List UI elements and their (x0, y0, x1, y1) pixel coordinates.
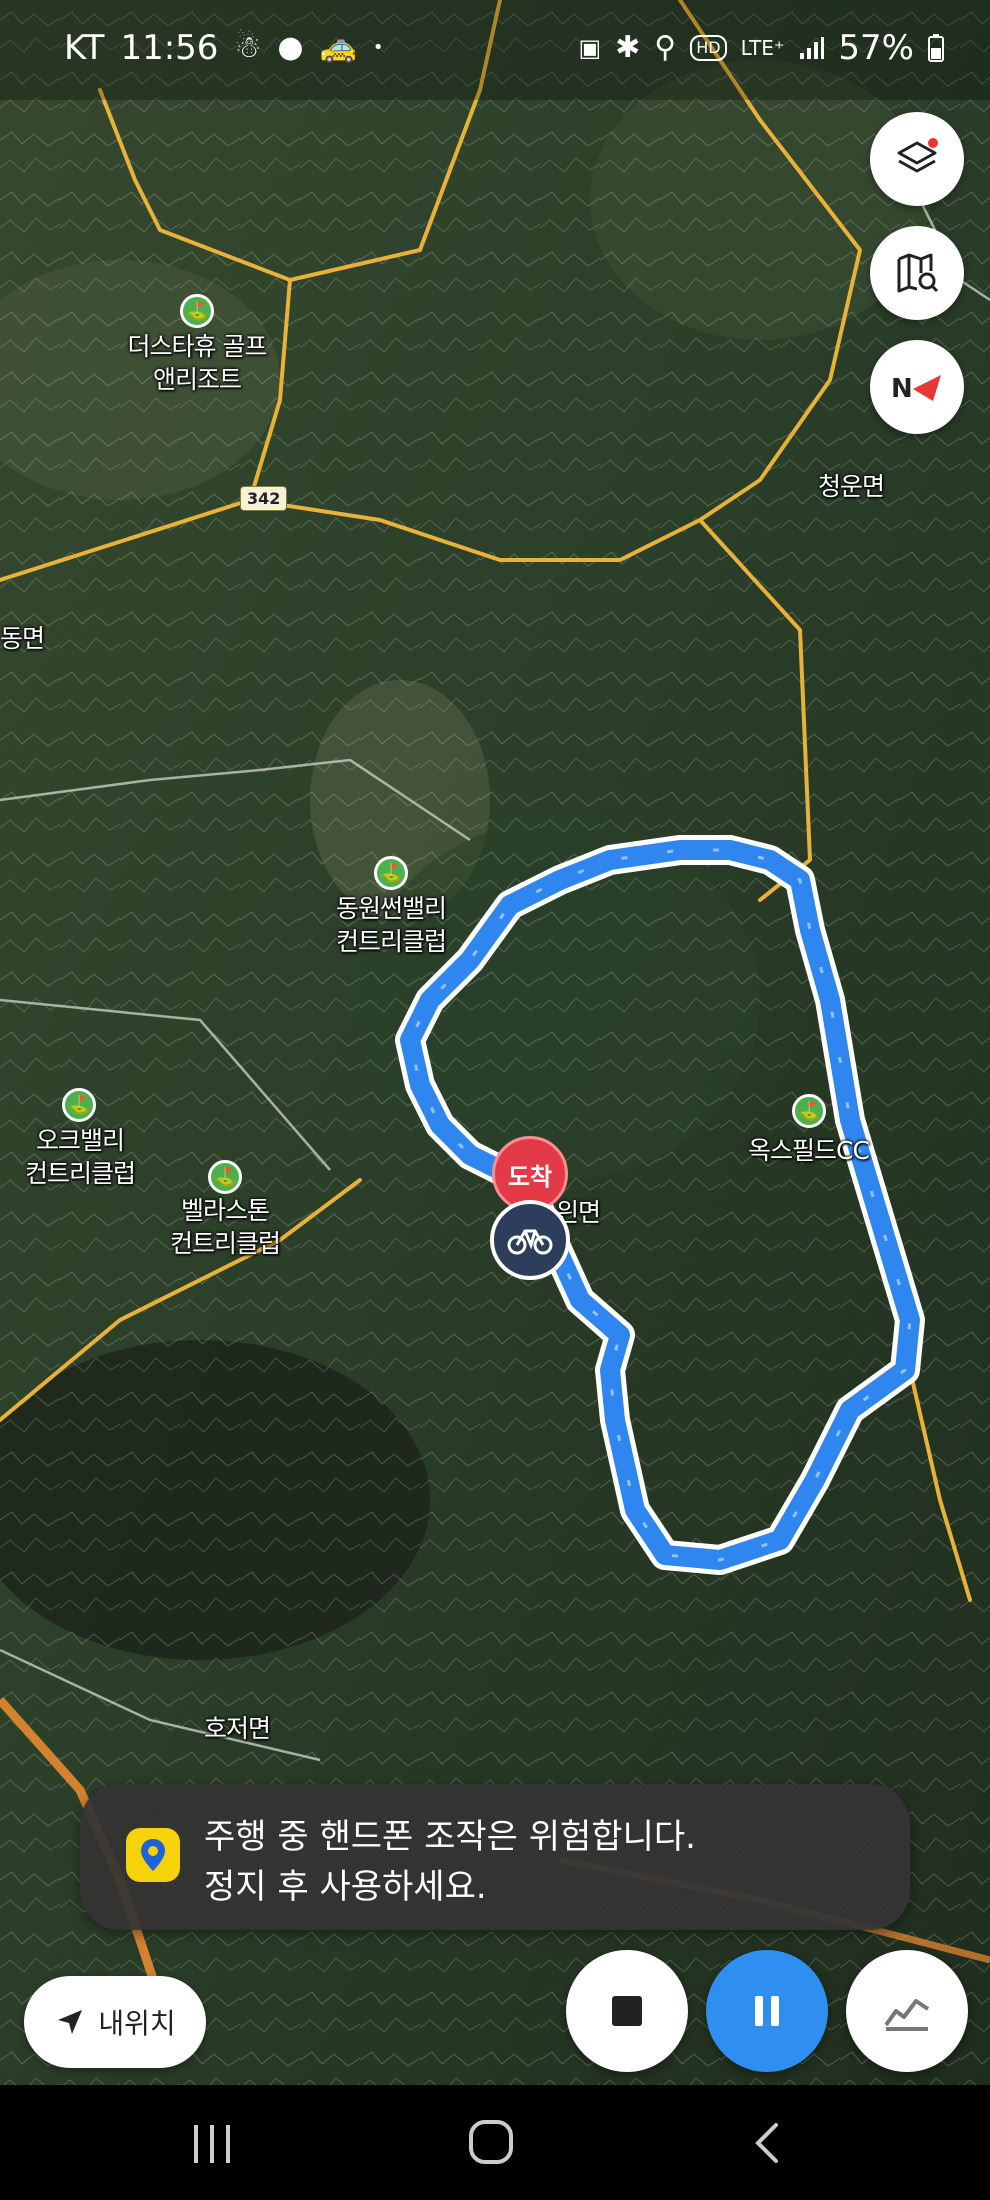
golf-icon: ⛳ (374, 856, 408, 890)
bluetooth-icon: ✱ (615, 30, 641, 65)
battery-icon (928, 34, 944, 62)
status-bar: KT 11:56 ☃ ● 🚕 • ▣ ✱ ⚲ HD LTE⁺ 57% (0, 0, 990, 100)
toast-line-1: 주행 중 핸드폰 조작은 위험합니다. (204, 1817, 696, 1857)
carrier: KT (64, 28, 105, 68)
place-label: 동면 (0, 624, 45, 653)
stop-button[interactable] (566, 1950, 688, 2072)
stop-icon (612, 1996, 642, 2026)
location-pin-icon (126, 1828, 180, 1882)
bike-location-marker (490, 1200, 570, 1280)
bicycle-icon (507, 1229, 553, 1255)
layers-icon (897, 138, 938, 173)
back-icon[interactable] (752, 2121, 782, 2165)
place-label: 오크밸리 컨트리클럽 (24, 1126, 136, 1188)
system-nav-bar (0, 2085, 990, 2200)
toast-line-2: 정지 후 사용하세요. (204, 1867, 487, 1907)
golf-icon: ⛳ (792, 1094, 826, 1128)
lte-icon: LTE⁺ (740, 36, 785, 60)
signal-icon (800, 37, 825, 59)
battery-percent: 57% (838, 28, 914, 68)
satellite-map[interactable] (0, 0, 990, 2085)
road-number-badge: 342 (240, 486, 288, 511)
place-label: 벨라스톤 컨트리클럽 (169, 1196, 281, 1258)
clock: 11:56 (120, 28, 219, 68)
place-label: 동원썬밸리 컨트리클럽 (335, 894, 447, 956)
person-icon: ☃ (234, 30, 262, 65)
navigation-arrow-icon (58, 2010, 83, 2034)
location-icon: ⚲ (654, 30, 677, 65)
place-label: 청운면 (818, 472, 885, 501)
compass-icon: N (891, 374, 941, 404)
golf-icon: ⛳ (62, 1088, 96, 1122)
golf-icon: ⛳ (208, 1160, 242, 1194)
golf-icon: ⛳ (180, 294, 214, 328)
compass-button[interactable]: N (870, 340, 964, 434)
place-label: 더스타휴 골프 앤리조트 (127, 332, 268, 394)
chat-bubble-icon: ● (277, 30, 304, 65)
pause-icon (755, 1996, 779, 2026)
my-location-label: 내위치 (98, 2007, 176, 2040)
dot-icon: • (372, 37, 384, 58)
elevation-chart-icon (884, 1999, 930, 2031)
place-label: 호저면 (204, 1714, 271, 1743)
hd-icon: HD (690, 35, 727, 61)
my-location-button[interactable]: 내위치 (24, 1976, 206, 2068)
place-label: 옥스필드CC (748, 1136, 870, 1165)
pause-button[interactable] (706, 1950, 828, 2072)
driving-warning-toast: 주행 중 핸드폰 조작은 위험합니다. 정지 후 사용하세요. (80, 1784, 910, 1930)
nfc-icon: ▣ (578, 34, 602, 62)
car-icon: 🚕 (319, 30, 357, 65)
svg-text:N: N (891, 374, 913, 404)
home-icon[interactable] (468, 2119, 514, 2165)
elevation-chart-button[interactable] (846, 1950, 968, 2072)
map-search-icon (897, 253, 939, 293)
map-search-button[interactable] (870, 226, 964, 320)
arrival-label: 도착 (507, 1162, 553, 1191)
layers-button[interactable] (870, 112, 964, 206)
recents-icon[interactable] (190, 2123, 234, 2165)
